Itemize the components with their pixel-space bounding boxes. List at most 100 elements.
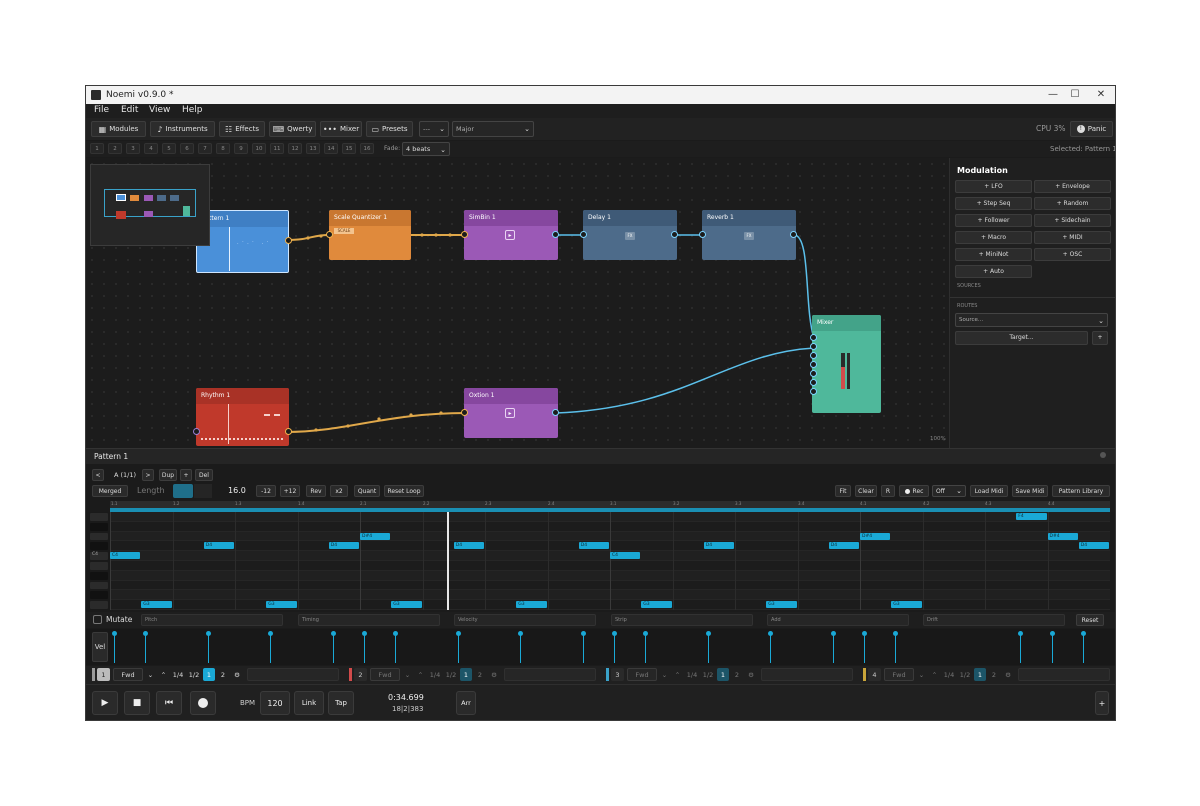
transpose-down-button[interactable]: -12 xyxy=(256,485,276,497)
fx-badge[interactable]: FX xyxy=(625,232,635,240)
note[interactable]: D#4 xyxy=(1047,532,1078,540)
velocity-handle[interactable] xyxy=(268,631,274,636)
note[interactable]: D#4 xyxy=(860,532,891,540)
note[interactable]: D4 xyxy=(453,542,484,550)
velocity-stem[interactable] xyxy=(864,634,865,663)
source-select[interactable]: Source... ⌄ xyxy=(955,313,1108,327)
next-pattern-button[interactable]: > xyxy=(142,469,154,481)
clear-button[interactable]: Clear xyxy=(855,485,877,497)
piano-key[interactable] xyxy=(90,571,108,580)
channel-b-button[interactable]: 2 xyxy=(217,668,229,681)
velocity-handle[interactable] xyxy=(393,631,399,636)
velocity-stem[interactable] xyxy=(114,634,115,663)
velocity-stem[interactable] xyxy=(270,634,272,663)
lane-strip[interactable]: Strip xyxy=(611,614,753,626)
input-port[interactable] xyxy=(580,231,587,238)
pattern-slot[interactable]: 6 xyxy=(180,143,194,154)
menu-file[interactable]: File xyxy=(94,105,109,115)
tap-button[interactable]: Tap xyxy=(328,691,354,715)
note[interactable]: D#4 xyxy=(360,532,391,540)
chevron-up-icon[interactable]: ⌃ xyxy=(672,668,683,681)
velocity-handle[interactable] xyxy=(705,631,711,636)
output-port[interactable] xyxy=(552,231,559,238)
add-random-button[interactable]: + Random xyxy=(1034,197,1111,210)
presets-button[interactable]: ▭ Presets xyxy=(366,121,413,137)
lane-pitch[interactable]: Pitch xyxy=(141,614,283,626)
play-icon[interactable]: ▸ xyxy=(505,230,515,240)
r-button[interactable]: R xyxy=(881,485,895,497)
minimize-icon[interactable]: — xyxy=(1046,89,1060,101)
direction-select[interactable]: Fwd xyxy=(884,668,914,681)
note[interactable]: C4 xyxy=(110,552,141,560)
add-sidechain-button[interactable]: + Sidechain xyxy=(1034,214,1111,227)
track-name-field[interactable] xyxy=(504,668,596,681)
note-grid[interactable]: D4 D#4 D4 D4 D4 D4 D4 D#4 F4 D#4 D4 C4 C4 G3 G3 G3 G3 G3 G… xyxy=(110,512,1110,610)
note[interactable]: C4 xyxy=(610,552,641,560)
add-button[interactable]: + xyxy=(1095,691,1109,715)
track-name-field[interactable] xyxy=(1018,668,1110,681)
node-scale-quantizer[interactable]: Scale Quantizer 1 SCALE xyxy=(329,210,411,260)
piano-key[interactable] xyxy=(90,532,108,541)
velocity-stem[interactable] xyxy=(645,634,647,663)
add-macro-button[interactable]: + Macro xyxy=(955,231,1032,244)
velocity-stem[interactable] xyxy=(364,634,365,663)
velocity-stem[interactable] xyxy=(770,634,772,663)
reset-button[interactable]: Reset xyxy=(1076,614,1104,626)
division-1-button[interactable]: 1/4 xyxy=(171,668,185,681)
direction-select[interactable]: Fwd xyxy=(370,668,400,681)
velocity-handle[interactable] xyxy=(893,631,899,636)
node-simbin[interactable]: SimBin 1 ▸ xyxy=(464,210,558,260)
note[interactable]: G3 xyxy=(141,601,172,609)
pattern-slot[interactable]: 3 xyxy=(126,143,140,154)
menu-view[interactable]: View xyxy=(149,105,170,115)
division-2-button[interactable]: 1/2 xyxy=(187,668,201,681)
record-button[interactable] xyxy=(190,691,216,715)
reset-loop-button[interactable]: Reset Loop xyxy=(384,485,424,497)
add-step-seq-button[interactable]: + Step Seq xyxy=(955,197,1032,210)
bpm-input[interactable]: 120 xyxy=(260,691,290,715)
mixer-input-port[interactable] xyxy=(810,379,817,386)
prev-pattern-button[interactable]: < xyxy=(92,469,104,481)
panic-button[interactable]: ! Panic xyxy=(1070,121,1113,137)
note[interactable]: G3 xyxy=(891,601,922,609)
note[interactable]: G3 xyxy=(391,601,422,609)
velocity-stem[interactable] xyxy=(1082,634,1084,663)
link-button[interactable]: Link xyxy=(294,691,324,715)
pattern-slot[interactable]: 15 xyxy=(342,143,356,154)
chevron-down-icon[interactable]: ⌄ xyxy=(916,668,927,681)
pattern-slot[interactable]: 4 xyxy=(144,143,158,154)
input-port[interactable] xyxy=(461,409,468,416)
channel-b-button[interactable]: 2 xyxy=(988,668,1000,681)
node-rhythm[interactable]: Rhythm 1 xyxy=(196,388,289,446)
velocity-stem[interactable] xyxy=(582,634,584,663)
velocity-handle[interactable] xyxy=(330,631,336,636)
velocity-stem[interactable] xyxy=(1020,634,1022,663)
velocity-stem[interactable] xyxy=(520,634,522,663)
close-icon[interactable]: ✕ xyxy=(1094,89,1108,101)
track-name-field[interactable] xyxy=(247,668,339,681)
note[interactable]: G3 xyxy=(516,601,547,609)
velocity-handle[interactable] xyxy=(455,631,461,636)
velocity-stem[interactable] xyxy=(895,634,897,663)
add-follower-button[interactable]: + Follower xyxy=(955,214,1032,227)
piano-roll[interactable]: C4 D4 D#4 D4 D4 D4 D4 D4 D#4 F4 D#4 D4 C4 C4 G3 G3 G3 G3… xyxy=(86,512,1115,610)
note[interactable]: G3 xyxy=(766,601,797,609)
velocity-stem[interactable] xyxy=(332,634,334,663)
double-button[interactable]: x2 xyxy=(330,485,348,497)
division-1-button[interactable]: 1/4 xyxy=(428,668,442,681)
mixer-input-port[interactable] xyxy=(810,352,817,359)
mixer-button[interactable]: ••• Mixer xyxy=(320,121,362,137)
velocity-handle[interactable] xyxy=(580,631,586,636)
pattern-slot[interactable]: 12 xyxy=(288,143,302,154)
piano-key[interactable] xyxy=(90,601,108,609)
division-2-button[interactable]: 1/2 xyxy=(444,668,458,681)
node-oxtion[interactable]: Oxtion 1 ▸ xyxy=(464,388,558,438)
velocity-stem[interactable] xyxy=(395,634,397,663)
piano-key[interactable] xyxy=(90,562,108,570)
add-variant-button[interactable]: + xyxy=(180,469,192,481)
pattern-slot[interactable]: 1 xyxy=(90,143,104,154)
mixer-input-port[interactable] xyxy=(810,388,817,395)
division-2-button[interactable]: 1/2 xyxy=(958,668,972,681)
chevron-down-icon[interactable]: ⌄ xyxy=(402,668,413,681)
velocity-handle[interactable] xyxy=(362,631,367,636)
